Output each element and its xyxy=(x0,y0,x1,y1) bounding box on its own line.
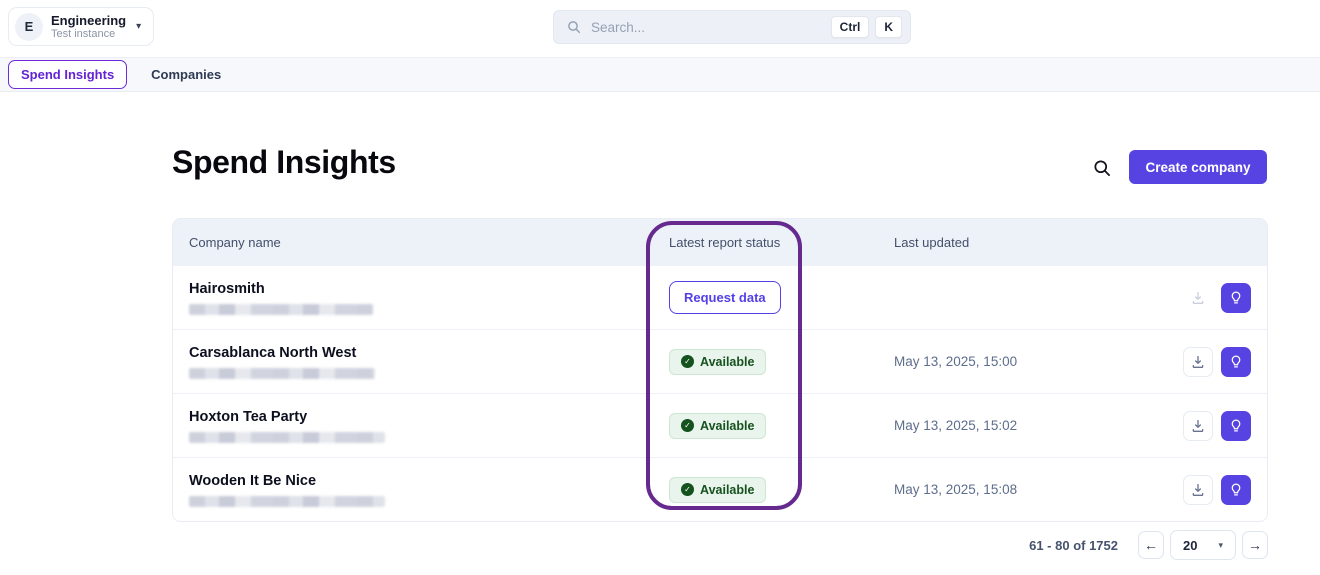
org-text: Engineering Test instance xyxy=(51,13,126,41)
company-name: Hairosmith xyxy=(189,280,265,297)
row-actions xyxy=(1173,474,1267,505)
pagination: 61 - 80 of 1752 ← 20 ▾ → xyxy=(0,530,1268,560)
company-name: Hoxton Tea Party xyxy=(189,408,308,425)
row-actions xyxy=(1173,282,1267,313)
lightbulb-icon xyxy=(1231,355,1241,367)
company-name: Wooden It Be Nice xyxy=(189,472,317,489)
companies-table: Company name Latest report status Last u… xyxy=(172,218,1268,522)
status-label: Available xyxy=(700,482,755,497)
insights-button[interactable] xyxy=(1221,282,1251,313)
org-name: Engineering xyxy=(51,12,127,28)
status-cell: Request data xyxy=(669,281,894,314)
status-badge: ✓ Available xyxy=(669,412,767,439)
lightbulb-icon xyxy=(1231,419,1241,431)
insights-button[interactable] xyxy=(1221,474,1251,505)
check-icon: ✓ xyxy=(681,483,694,496)
company-cell: Wooden It Be Nice xyxy=(173,473,669,507)
status-badge: ✓ Available xyxy=(669,348,767,375)
previous-page-button[interactable]: ← xyxy=(1138,531,1164,559)
table-header-row: Company name Latest report status Last u… xyxy=(173,219,1267,265)
redacted-address xyxy=(189,495,385,507)
company-name: Carsablanca North West xyxy=(189,344,357,361)
next-page-button[interactable]: → xyxy=(1242,531,1268,559)
status-badge: ✓ Available xyxy=(669,476,767,503)
top-bar: E Engineering Test instance ▾ Search... … xyxy=(0,0,1320,57)
status-cell: ✓ Available xyxy=(669,412,894,439)
search-icon xyxy=(568,21,581,34)
last-updated: May 13, 2025, 15:00 xyxy=(894,354,1018,369)
table-row: Wooden It Be Nice ✓ Available May 13, 20… xyxy=(173,457,1267,521)
shortcut-key-ctrl: Ctrl xyxy=(830,16,870,38)
org-subtitle: Test instance xyxy=(51,27,116,40)
check-icon: ✓ xyxy=(681,355,694,368)
search-placeholder: Search... xyxy=(591,19,646,35)
table-row: Hairosmith Request data xyxy=(173,265,1267,329)
chevron-down-icon: ▾ xyxy=(136,21,142,32)
redacted-address xyxy=(189,431,385,443)
status-cell: ✓ Available xyxy=(669,348,894,375)
pagination-range: 61 - 80 of 1752 xyxy=(1029,537,1118,553)
redacted-address xyxy=(189,303,373,315)
table-row: Carsablanca North West ✓ Available May 1… xyxy=(173,329,1267,393)
download-button[interactable] xyxy=(1183,346,1213,377)
table-search-icon[interactable] xyxy=(1092,158,1112,178)
download-button[interactable] xyxy=(1183,474,1213,505)
row-actions xyxy=(1173,410,1267,441)
company-cell: Hoxton Tea Party xyxy=(173,409,669,443)
company-cell: Hairosmith xyxy=(173,281,669,315)
global-search-input[interactable]: Search... Ctrl K xyxy=(553,10,911,44)
column-header-company-name: Company name xyxy=(189,234,281,250)
table-row: Hoxton Tea Party ✓ Available May 13, 202… xyxy=(173,393,1267,457)
org-switcher[interactable]: E Engineering Test instance ▾ xyxy=(8,7,155,46)
download-icon xyxy=(1192,419,1204,432)
request-data-button[interactable]: Request data xyxy=(669,281,781,314)
page-size-select[interactable]: 20 ▾ xyxy=(1170,530,1236,560)
download-button xyxy=(1183,283,1213,313)
download-icon xyxy=(1192,483,1204,496)
download-icon xyxy=(1192,291,1204,304)
spend-insights-app: E Engineering Test instance ▾ Search... … xyxy=(0,0,1320,575)
main-nav: Spend Insights Companies xyxy=(0,57,1320,92)
status-cell: ✓ Available xyxy=(669,476,894,503)
status-label: Available xyxy=(700,354,755,369)
tab-companies[interactable]: Companies xyxy=(139,61,233,88)
column-header-report-status: Latest report status xyxy=(669,234,781,250)
redacted-address xyxy=(189,367,375,379)
status-label: Available xyxy=(700,418,755,433)
tab-spend-insights[interactable]: Spend Insights xyxy=(8,60,128,89)
row-actions xyxy=(1173,346,1267,377)
insights-button[interactable] xyxy=(1221,346,1251,377)
download-icon xyxy=(1192,355,1204,368)
insights-button[interactable] xyxy=(1221,410,1251,441)
shortcut-key-k: K xyxy=(875,16,902,38)
org-avatar: E xyxy=(15,12,43,41)
company-cell: Carsablanca North West xyxy=(173,345,669,379)
download-button[interactable] xyxy=(1183,410,1213,441)
page-title: Spend Insights xyxy=(172,144,396,180)
page-size-value: 20 xyxy=(1183,537,1198,553)
last-updated: May 13, 2025, 15:08 xyxy=(894,482,1018,497)
lightbulb-icon xyxy=(1231,291,1241,303)
org-initial: E xyxy=(24,19,34,34)
check-icon: ✓ xyxy=(681,419,694,432)
lightbulb-icon xyxy=(1231,483,1241,495)
column-header-last-updated: Last updated xyxy=(894,234,970,250)
chevron-down-icon: ▾ xyxy=(1218,539,1223,550)
create-company-button[interactable]: Create company xyxy=(1129,150,1267,184)
last-updated: May 13, 2025, 15:02 xyxy=(894,418,1018,433)
